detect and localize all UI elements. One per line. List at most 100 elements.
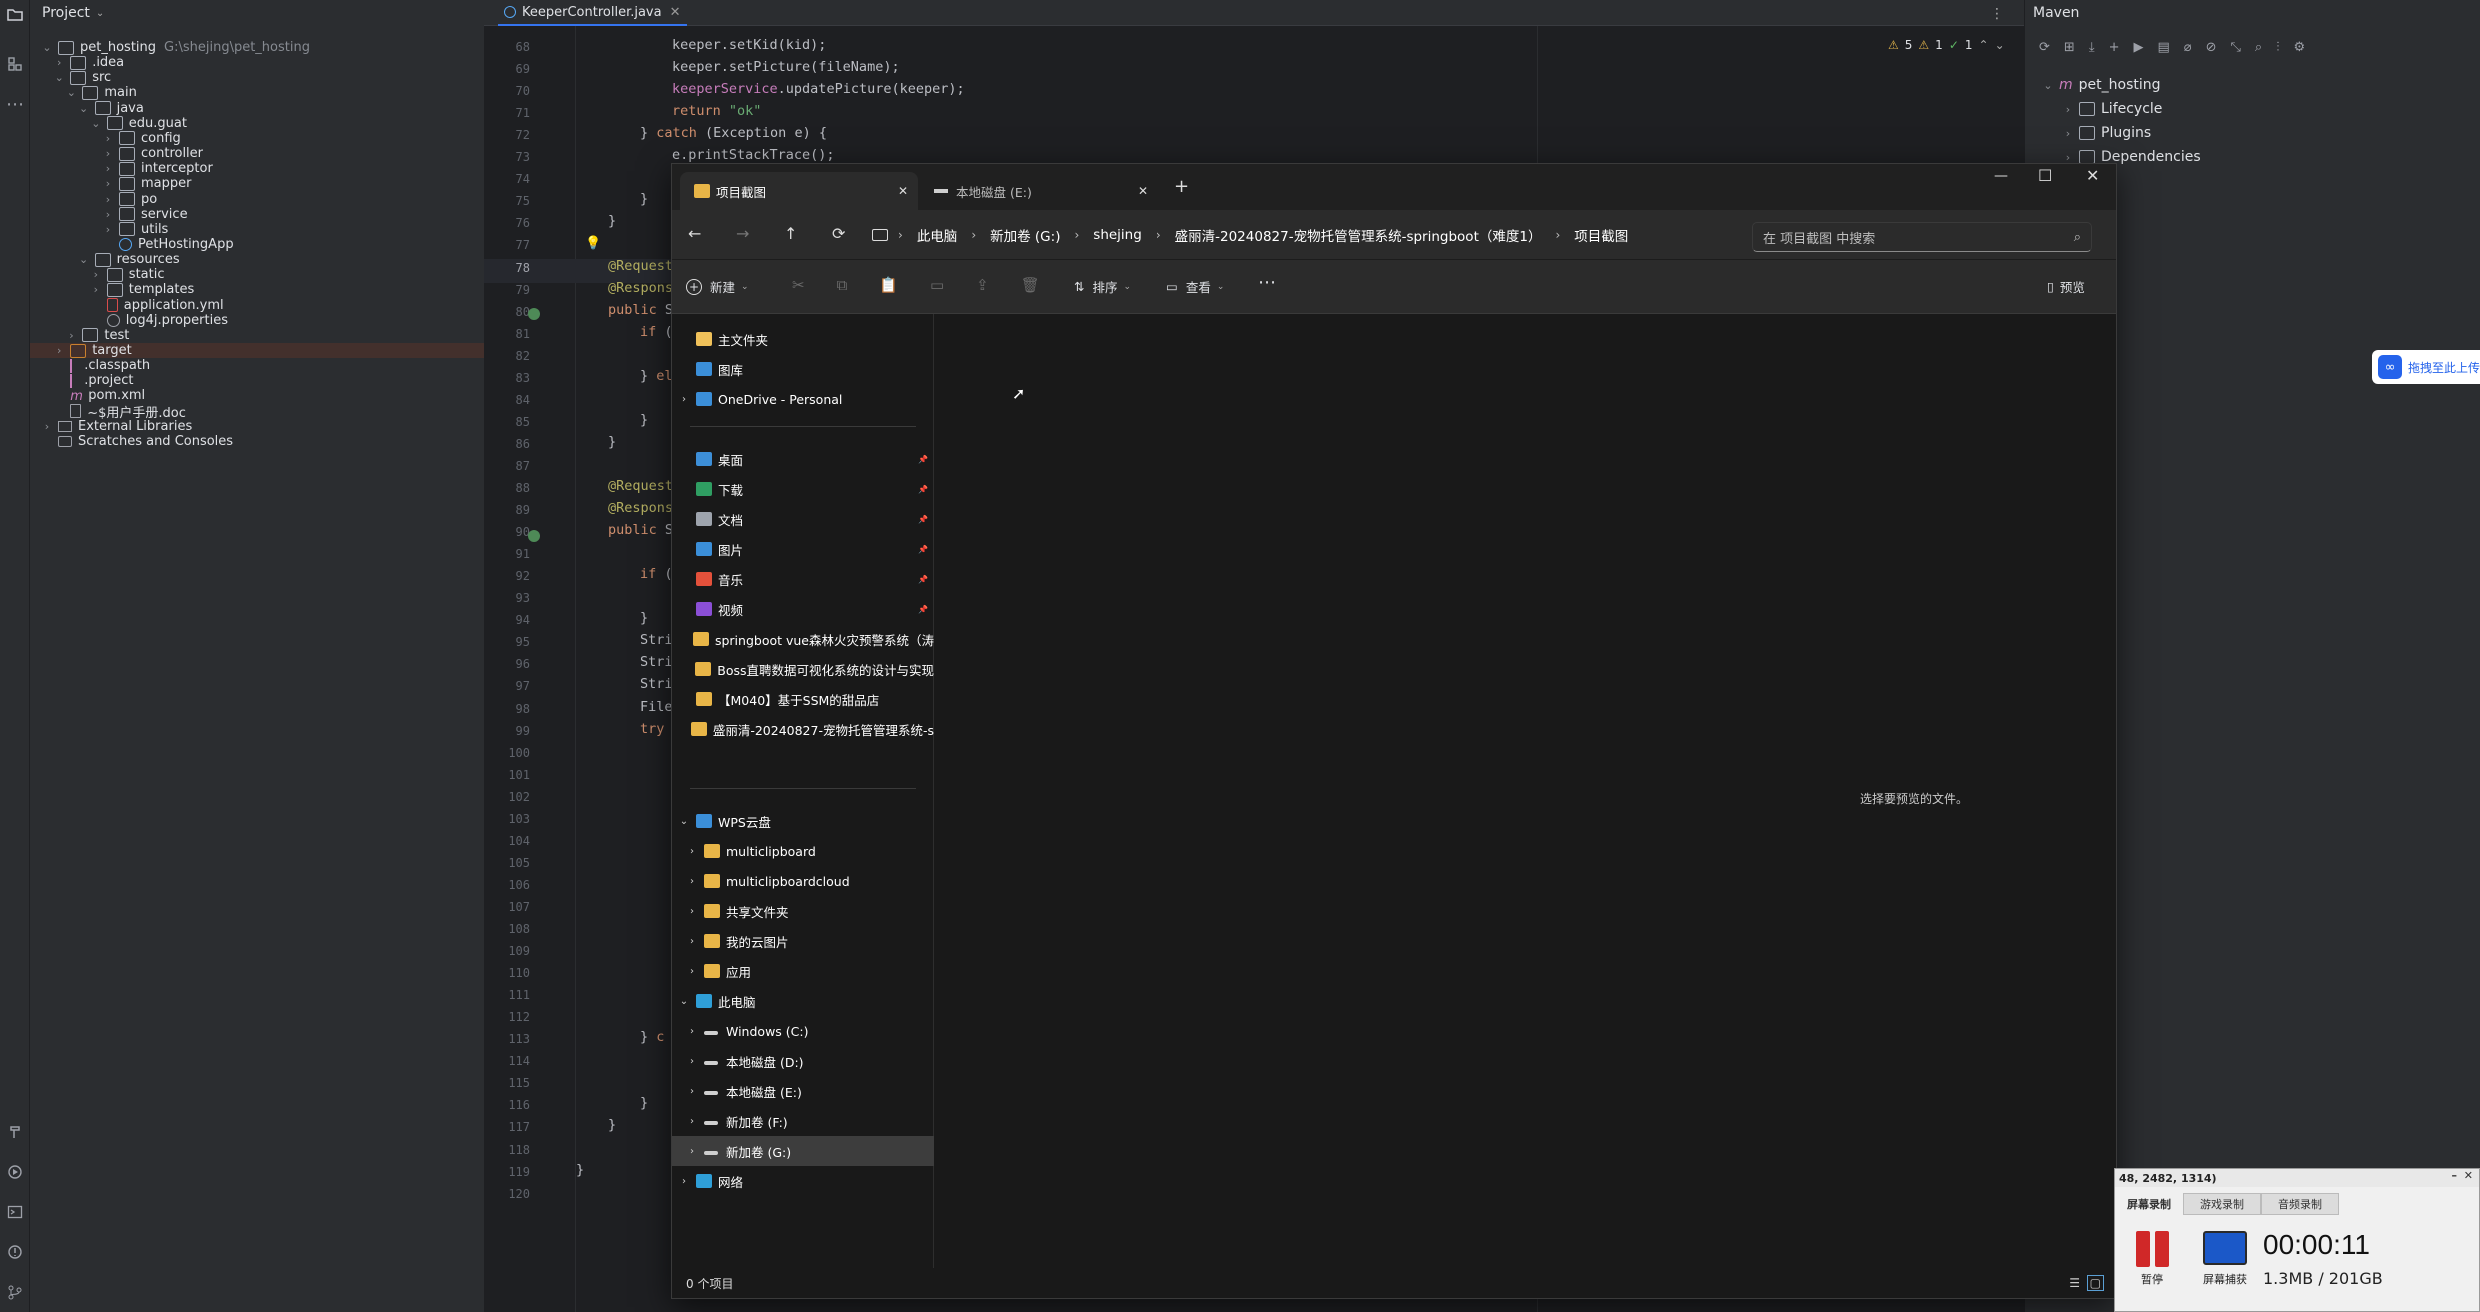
nav-this_pc-items-2[interactable]: › 本地磁盘 (E:): [672, 1076, 934, 1106]
nav-nav_top-2[interactable]: › OneDrive - Personal: [672, 384, 934, 414]
tree-item-interceptor[interactable]: › interceptor: [30, 161, 484, 176]
copy-icon[interactable]: ⧉: [837, 276, 848, 294]
intention-bulb-icon[interactable]: 💡: [585, 236, 601, 251]
search-input[interactable]: 在 项目截图 中搜索 ⌕: [1752, 222, 2092, 252]
tree-item-edu-guat[interactable]: ⌄ edu.guat: [30, 116, 484, 131]
editor-tab-keepercontroller[interactable]: KeeperController.java ✕: [498, 0, 687, 26]
nav-quick_access-0[interactable]: 桌面 📌: [672, 444, 934, 474]
maven-item-lifecycle[interactable]: › Lifecycle: [2061, 97, 2471, 121]
chevron-right-icon[interactable]: ›: [680, 906, 704, 917]
problems-icon[interactable]: [3, 1240, 27, 1264]
tree-item-log4j-properties[interactable]: log4j.properties: [30, 313, 484, 328]
spring-bean-gutter-icon[interactable]: [528, 308, 540, 320]
chevron-right-icon[interactable]: ›: [672, 394, 696, 405]
close-tab-icon[interactable]: ✕: [670, 5, 681, 20]
close-window-icon[interactable]: ✕: [2086, 166, 2099, 185]
tree-item-java[interactable]: ⌄ java: [30, 101, 484, 116]
minimize-icon[interactable]: —: [1994, 168, 2008, 184]
explorer-tab-disk-e[interactable]: 本地磁盘 (E:) ✕: [920, 172, 1158, 210]
tree-item-pethostingapp[interactable]: PetHostingApp: [30, 237, 484, 252]
tree-item-service[interactable]: › service: [30, 207, 484, 222]
add-icon[interactable]: +: [2109, 40, 2120, 55]
run-icon[interactable]: ▶: [2133, 40, 2143, 55]
pin-icon[interactable]: 📌: [918, 515, 928, 524]
nav-quick_access-8[interactable]: 【M040】基于SSM的甜品店: [672, 684, 934, 714]
chevron-right-icon[interactable]: ›: [680, 876, 704, 887]
tree-item-mapper[interactable]: › mapper: [30, 176, 484, 191]
tree-item-utils[interactable]: › utils: [30, 222, 484, 237]
maximize-icon[interactable]: ☐: [2038, 166, 2052, 185]
delete-icon[interactable]: 🗑: [1021, 276, 1040, 294]
nav-wps-items-2[interactable]: › 共享文件夹: [672, 896, 934, 926]
rename-icon[interactable]: ▭: [930, 276, 944, 294]
nav-quick_access-4[interactable]: 音乐 📌: [672, 564, 934, 594]
chevron-right-icon[interactable]: ›: [672, 1176, 696, 1187]
forward-icon[interactable]: →: [736, 224, 749, 243]
cut-icon[interactable]: ✂: [792, 276, 805, 294]
maven-item-plugins[interactable]: › Plugins: [2061, 121, 2471, 145]
close-icon[interactable]: ✕: [2464, 1169, 2473, 1182]
chevron-right-icon[interactable]: ›: [680, 1116, 704, 1127]
settings-icon[interactable]: ⚙: [2293, 40, 2305, 55]
editor-more-icon[interactable]: ⋮: [1990, 6, 2004, 22]
tree-item-target[interactable]: › target: [30, 343, 484, 358]
file-content-area[interactable]: ➚ 选择要预览的文件。: [934, 314, 2116, 1268]
chevron-right-icon[interactable]: ›: [680, 936, 704, 947]
explorer-tab-screenshots[interactable]: 项目截图 ✕: [680, 172, 918, 210]
nav-network[interactable]: › 网络: [672, 1166, 934, 1196]
chevron-down-icon[interactable]: ⌄: [672, 816, 696, 827]
tree-item-templates[interactable]: › templates: [30, 282, 484, 297]
breadcrumb-item[interactable]: 盛丽清-20240827-宠物托管管理系统-springboot（难度1）: [1175, 225, 1542, 245]
run-icon[interactable]: [3, 1160, 27, 1184]
back-icon[interactable]: ←: [688, 224, 701, 243]
maven-item-dependencies[interactable]: › Dependencies: [2061, 145, 2471, 169]
nav-quick_access-5[interactable]: 视频 📌: [672, 594, 934, 624]
tree-item-external-libraries[interactable]: › External Libraries: [30, 419, 484, 434]
tree-item-static[interactable]: › static: [30, 267, 484, 282]
more-options-icon[interactable]: ⋯: [1258, 272, 1276, 293]
breadcrumb[interactable]: › 此电脑 › 新加卷 (G:) › shejing › 盛丽清-20240827-宠物托管…: [872, 220, 1742, 250]
pin-icon[interactable]: 📌: [918, 605, 928, 614]
nav-this_pc-items-1[interactable]: › 本地磁盘 (D:): [672, 1046, 934, 1076]
tab-screen-record[interactable]: 屏幕录制: [2115, 1193, 2183, 1215]
maven-root[interactable]: ⌄ m pet_hosting: [2041, 73, 2471, 97]
capture-button[interactable]: 屏幕捕获: [2195, 1231, 2255, 1287]
tree-item--project[interactable]: .project: [30, 373, 484, 388]
close-tab-icon[interactable]: ✕: [898, 184, 908, 198]
tree-item--idea[interactable]: › .idea: [30, 55, 484, 70]
tree-item-main[interactable]: ⌄ main: [30, 85, 484, 100]
chevron-down-icon[interactable]: ⌄: [1995, 38, 2005, 52]
close-tab-icon[interactable]: ✕: [1138, 184, 1148, 198]
tiles-view-icon[interactable]: ▢: [2086, 1275, 2104, 1291]
chevron-right-icon[interactable]: ›: [680, 846, 704, 857]
minimize-icon[interactable]: –: [2452, 1169, 2458, 1182]
pin-icon[interactable]: 📌: [918, 575, 928, 584]
up-icon[interactable]: ↑: [784, 224, 797, 243]
breadcrumb-item[interactable]: 新加卷 (G:): [990, 225, 1060, 245]
pin-icon[interactable]: 📌: [918, 455, 928, 464]
nav-nav_top-1[interactable]: 图库: [672, 354, 934, 384]
nav-this_pc-items-0[interactable]: › Windows (C:): [672, 1016, 934, 1046]
inspection-widget[interactable]: ⚠ 5 ⚠ 1 ✓ 1 ⌃ ⌄: [1888, 38, 2005, 52]
download-icon[interactable]: ⤓: [2089, 40, 2095, 55]
chevron-down-icon[interactable]: ⌄: [672, 996, 696, 1007]
nav-quick_access-6[interactable]: springboot vue森林火灾预警系统（涛: [672, 624, 934, 654]
nav-this_pc-items-3[interactable]: › 新加卷 (F:): [672, 1106, 934, 1136]
chevron-right-icon[interactable]: ›: [680, 966, 704, 977]
offline-icon[interactable]: ⌀: [2184, 40, 2192, 55]
nav-this_pc-label[interactable]: ⌄ 此电脑: [672, 986, 934, 1016]
view-button[interactable]: ▭ 查看 ⌄: [1166, 277, 1224, 296]
tree-item-application-yml[interactable]: application.yml: [30, 298, 484, 313]
nav-nav_top-0[interactable]: 主文件夹: [672, 324, 934, 354]
tree-item-scratches-and-consoles[interactable]: Scratches and Consoles: [30, 434, 484, 449]
preview-button[interactable]: ▯ 预览: [2047, 277, 2085, 296]
nav-quick_access-2[interactable]: 文档 📌: [672, 504, 934, 534]
reload-icon[interactable]: ⟳: [2039, 40, 2050, 55]
project-header[interactable]: Project ⌄: [30, 0, 484, 26]
tab-game-record[interactable]: 游戏录制: [2183, 1193, 2261, 1215]
collapse-icon[interactable]: ⤡: [2231, 40, 2241, 55]
breadcrumb-item[interactable]: shejing: [1093, 227, 1142, 243]
nav-quick_access-3[interactable]: 图片 📌: [672, 534, 934, 564]
nav-wps-items-4[interactable]: › 应用: [672, 956, 934, 986]
execute-goal-icon[interactable]: ▤: [2157, 40, 2169, 55]
